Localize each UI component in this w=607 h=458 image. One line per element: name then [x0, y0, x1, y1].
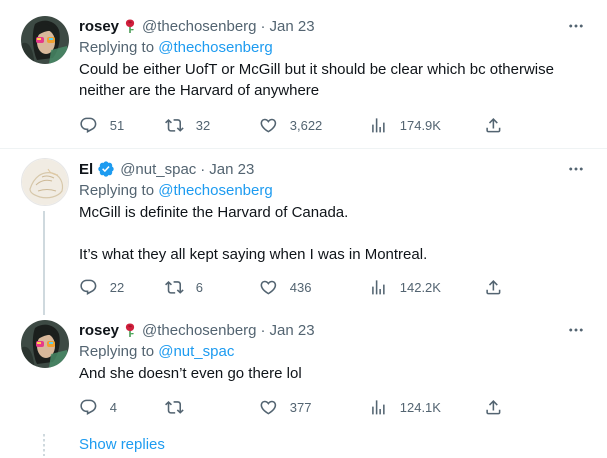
reply-count: 4: [109, 399, 117, 415]
tweet-text-paragraph: It’s what they all kept saying when I wa…: [79, 246, 428, 263]
views-icon: [369, 278, 388, 297]
display-name[interactable]: rosey: [79, 322, 119, 339]
views-button[interactable]: 174.9K: [369, 116, 441, 135]
retweet-button[interactable]: 32: [165, 116, 210, 135]
thread-line: [43, 211, 45, 315]
reply-button[interactable]: 51: [79, 116, 124, 135]
share-button[interactable]: [484, 116, 503, 135]
separator: ·: [260, 321, 266, 339]
avatar[interactable]: [21, 158, 69, 206]
retweet-button[interactable]: 6: [165, 278, 203, 297]
views-button[interactable]: 142.2K: [369, 278, 441, 297]
share-icon: [484, 116, 503, 135]
views-button[interactable]: 124.1K: [369, 398, 441, 417]
retweet-button[interactable]: [165, 398, 196, 417]
heart-icon: [259, 398, 278, 417]
retweet-icon: [165, 116, 184, 135]
reply-button[interactable]: 4: [79, 398, 117, 417]
action-bar: 4 377 124.1K: [79, 397, 499, 417]
separator: ·: [200, 160, 206, 178]
replying-to-handle[interactable]: @thechosenberg: [158, 39, 272, 56]
tweet-date[interactable]: Jan 23: [270, 18, 315, 35]
reply-count: 51: [109, 117, 125, 133]
share-button[interactable]: [484, 398, 503, 417]
replying-to: Replying to @nut_spac: [79, 341, 591, 363]
replying-to: Replying to @thechosenberg: [79, 180, 591, 202]
share-icon: [484, 398, 503, 417]
display-name[interactable]: rosey: [79, 18, 119, 35]
tweet-text-line: And she doesn’t even go there lol: [79, 365, 302, 382]
reply-icon: [79, 398, 98, 417]
tweet-1[interactable]: rosey @thechosenberg · Jan 23 Replying t…: [0, 0, 607, 150]
tweet-text-line: neither are the Harvard of anywhere: [79, 82, 320, 99]
tweet-date[interactable]: Jan 23: [270, 322, 315, 339]
action-bar: 22 6 436 142.2K: [79, 277, 499, 297]
like-button[interactable]: 3,622: [259, 116, 322, 135]
more-icon[interactable]: [565, 158, 587, 180]
like-button[interactable]: 377: [259, 398, 311, 417]
heart-icon: [259, 278, 278, 297]
like-count: 436: [289, 279, 312, 295]
rose-icon: [122, 18, 138, 34]
verified-badge-icon: [97, 160, 115, 178]
avatar[interactable]: [21, 320, 69, 368]
tweet-3[interactable]: rosey @thechosenberg · Jan 23 Replying t…: [0, 311, 607, 456]
heart-icon: [259, 116, 278, 135]
replying-to-label: Replying to: [79, 182, 155, 199]
like-button[interactable]: 436: [259, 278, 311, 297]
handle[interactable]: @nut_spac: [120, 161, 196, 178]
tweet-text: And she doesn’t even go there lol: [79, 363, 591, 384]
display-name[interactable]: El: [79, 161, 93, 178]
tweet-text: Could be either UofT or McGill but it sh…: [79, 59, 591, 101]
retweet-icon: [165, 398, 184, 417]
reply-button[interactable]: 22: [79, 278, 124, 297]
views-count: 142.2K: [399, 279, 441, 295]
views-icon: [369, 398, 388, 417]
views-count: 174.9K: [399, 117, 441, 133]
thread-dots: [43, 434, 45, 456]
action-bar: 51 32 3,622 174.9K: [79, 115, 499, 135]
retweet-count: 32: [195, 117, 211, 133]
tweet-text: McGill is definite the Harvard of Canada…: [79, 202, 591, 265]
handle[interactable]: @thechosenberg: [142, 18, 256, 35]
like-count: 3,622: [289, 117, 323, 133]
retweet-icon: [165, 278, 184, 297]
avatar[interactable]: [21, 16, 69, 64]
retweet-count: 6: [195, 279, 203, 295]
replying-to-label: Replying to: [79, 343, 155, 360]
tweet-text-line: Could be either UofT or McGill but it sh…: [79, 61, 554, 78]
tweet-date[interactable]: Jan 23: [209, 161, 254, 178]
separator: ·: [260, 17, 266, 35]
reply-count: 22: [109, 279, 125, 295]
reply-icon: [79, 116, 98, 135]
share-icon: [484, 278, 503, 297]
replying-to-handle[interactable]: @thechosenberg: [158, 182, 272, 199]
like-count: 377: [289, 399, 312, 415]
rose-icon: [122, 322, 138, 338]
more-icon[interactable]: [565, 15, 587, 37]
tweet-text-paragraph: McGill is definite the Harvard of Canada…: [79, 204, 349, 221]
replying-to: Replying to @thechosenberg: [79, 37, 591, 59]
views-icon: [369, 116, 388, 135]
more-icon[interactable]: [565, 319, 587, 341]
views-count: 124.1K: [399, 399, 441, 415]
reply-icon: [79, 278, 98, 297]
replying-to-label: Replying to: [79, 39, 155, 56]
show-replies-link[interactable]: Show replies: [79, 436, 165, 453]
handle[interactable]: @thechosenberg: [142, 322, 256, 339]
tweet-2[interactable]: El @nut_spac · Jan 23 Replying to @thech…: [0, 149, 607, 315]
share-button[interactable]: [484, 278, 503, 297]
replying-to-handle[interactable]: @nut_spac: [158, 343, 234, 360]
